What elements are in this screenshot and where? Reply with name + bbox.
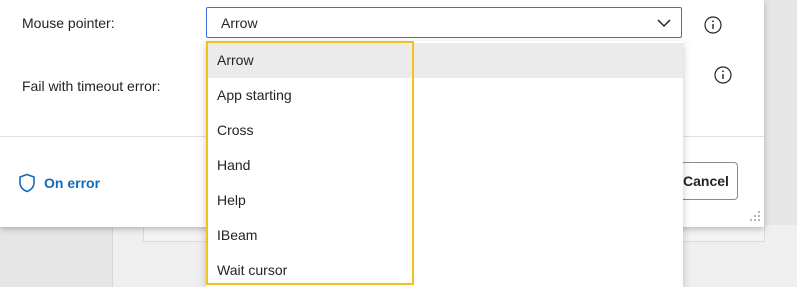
shield-icon	[19, 173, 35, 193]
info-icon[interactable]	[704, 16, 722, 34]
fail-timeout-label: Fail with timeout error:	[22, 78, 161, 94]
dropdown-option-arrow[interactable]: Arrow	[206, 43, 683, 78]
dropdown-option-cross[interactable]: Cross	[206, 113, 683, 148]
dropdown-option-wait-cursor[interactable]: Wait cursor	[206, 253, 683, 287]
on-error-button[interactable]: On error	[18, 171, 100, 195]
resize-grip-icon[interactable]	[746, 208, 762, 224]
cancel-label: Cancel	[683, 173, 729, 189]
mouse-pointer-label: Mouse pointer:	[22, 15, 115, 31]
dropdown-option-app-starting[interactable]: App starting	[206, 78, 683, 113]
dropdown-option-hand[interactable]: Hand	[206, 148, 683, 183]
mouse-pointer-select[interactable]: Arrow	[206, 7, 682, 38]
info-icon[interactable]	[714, 66, 732, 84]
dropdown-option-help[interactable]: Help	[206, 183, 683, 218]
on-error-label: On error	[44, 175, 101, 191]
mouse-pointer-value: Arrow	[221, 15, 258, 31]
chevron-down-icon	[657, 19, 671, 28]
dropdown-option-ibeam[interactable]: IBeam	[206, 218, 683, 253]
mouse-pointer-dropdown: Arrow App starting Cross Hand Help IBeam…	[206, 41, 683, 287]
